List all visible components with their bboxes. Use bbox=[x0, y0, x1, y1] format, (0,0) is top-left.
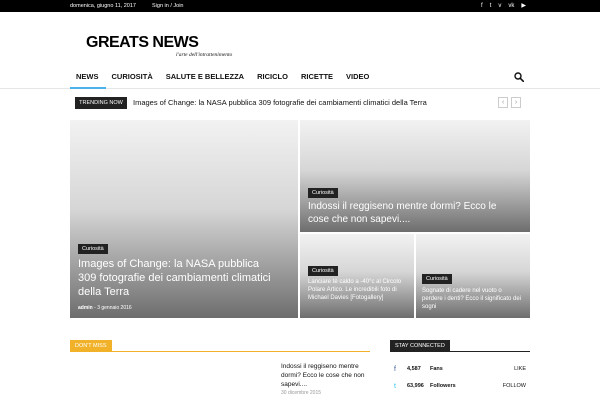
logo-tagline: l'arte dell'intrattenimento bbox=[176, 52, 233, 58]
meta-separator: - bbox=[94, 305, 96, 311]
tile-meta: admin - 3 gennaio 2016 bbox=[78, 305, 132, 311]
fans-count: 4,587 bbox=[407, 366, 421, 372]
trending-bar: TRENDING NOW Images of Change: la NASA p… bbox=[70, 96, 525, 110]
site-logo[interactable]: GREATS NEWS l'arte dell'intrattenimento bbox=[86, 34, 232, 58]
fans-label: Fans bbox=[430, 366, 443, 372]
featured-tile-bottom-left[interactable]: Curiosità Lanciare tè caldo a -40°c al C… bbox=[300, 234, 414, 318]
vimeo-icon[interactable]: v bbox=[498, 2, 501, 10]
social-row-twitter: t 63,996 Followers FOLLOW bbox=[390, 381, 530, 393]
category-badge[interactable]: Curiosità bbox=[308, 188, 338, 198]
followers-count: 63,996 bbox=[407, 383, 424, 389]
story-title[interactable]: Indossi il reggiseno mentre dormi? Ecco … bbox=[281, 362, 376, 389]
tile-date: 3 gennaio 2016 bbox=[97, 305, 132, 311]
twitter-icon[interactable]: t bbox=[490, 2, 492, 10]
trending-next-button[interactable]: › bbox=[511, 97, 521, 108]
facebook-icon: f bbox=[394, 366, 396, 373]
follow-button[interactable]: FOLLOW bbox=[503, 383, 526, 389]
social-row-facebook: f 4,587 Fans LIKE bbox=[390, 364, 530, 376]
tile-title[interactable]: Images of Change: la NASA pubblica 309 f… bbox=[78, 257, 278, 299]
nav-item-salute-bellezza[interactable]: SALUTE E BELLEZZA bbox=[160, 66, 251, 89]
search-icon[interactable] bbox=[514, 72, 524, 82]
trending-headline[interactable]: Images of Change: la NASA pubblica 309 f… bbox=[133, 98, 427, 107]
current-date: domenica, giugno 11, 2017 bbox=[70, 3, 136, 9]
section-divider bbox=[390, 351, 530, 352]
social-links: f t v vk ▶ bbox=[481, 2, 526, 10]
top-bar: domenica, giugno 11, 2017 Sign in / Join… bbox=[0, 0, 600, 12]
tile-author[interactable]: admin bbox=[78, 305, 93, 311]
trending-badge: TRENDING NOW bbox=[75, 97, 127, 109]
tile-title[interactable]: Lanciare tè caldo a -40°c al Circolo Pol… bbox=[308, 278, 408, 302]
category-badge[interactable]: Curiosità bbox=[422, 274, 452, 284]
section-divider bbox=[70, 351, 370, 352]
tile-title[interactable]: Indossi il reggiseno mentre dormi? Ecco … bbox=[308, 200, 498, 226]
stay-connected-header: STAY CONNECTED bbox=[390, 340, 530, 352]
signin-link[interactable]: Sign in / Join bbox=[152, 3, 184, 9]
facebook-icon[interactable]: f bbox=[481, 2, 483, 10]
twitter-icon: t bbox=[394, 383, 396, 390]
category-badge[interactable]: Curiosità bbox=[308, 266, 338, 276]
dont-miss-header: DON'T MISS bbox=[70, 340, 370, 352]
nav-item-ricette[interactable]: RICETTE bbox=[295, 66, 340, 89]
nav-item-riciclo[interactable]: RICICLO bbox=[251, 66, 295, 89]
featured-tile-top-right[interactable]: Curiosità Indossi il reggiseno mentre do… bbox=[300, 120, 530, 232]
nav-item-video[interactable]: VIDEO bbox=[340, 66, 376, 89]
like-button[interactable]: LIKE bbox=[514, 366, 526, 372]
tile-title[interactable]: Sognate di cadere nel vuoto o perdere i … bbox=[422, 287, 522, 311]
category-badge[interactable]: Curiosità bbox=[78, 244, 108, 254]
vk-icon[interactable]: vk bbox=[508, 2, 514, 10]
nav-item-news[interactable]: NEWS bbox=[70, 66, 106, 89]
featured-tile-bottom-right[interactable]: Curiosità Sognate di cadere nel vuoto o … bbox=[416, 234, 530, 318]
trending-prev-button[interactable]: ‹ bbox=[498, 97, 508, 108]
followers-label: Followers bbox=[430, 383, 456, 389]
featured-tile-main[interactable]: Curiosità Images of Change: la NASA pubb… bbox=[70, 120, 298, 318]
main-nav: NEWS CURIOSITÀ SALUTE E BELLEZZA RICICLO… bbox=[0, 66, 600, 89]
story-date: 30 dicembre 2015 bbox=[281, 390, 322, 396]
nav-item-curiosita[interactable]: CURIOSITÀ bbox=[106, 66, 160, 89]
youtube-icon[interactable]: ▶ bbox=[521, 2, 526, 10]
logo-name: GREATS NEWS bbox=[86, 34, 199, 51]
